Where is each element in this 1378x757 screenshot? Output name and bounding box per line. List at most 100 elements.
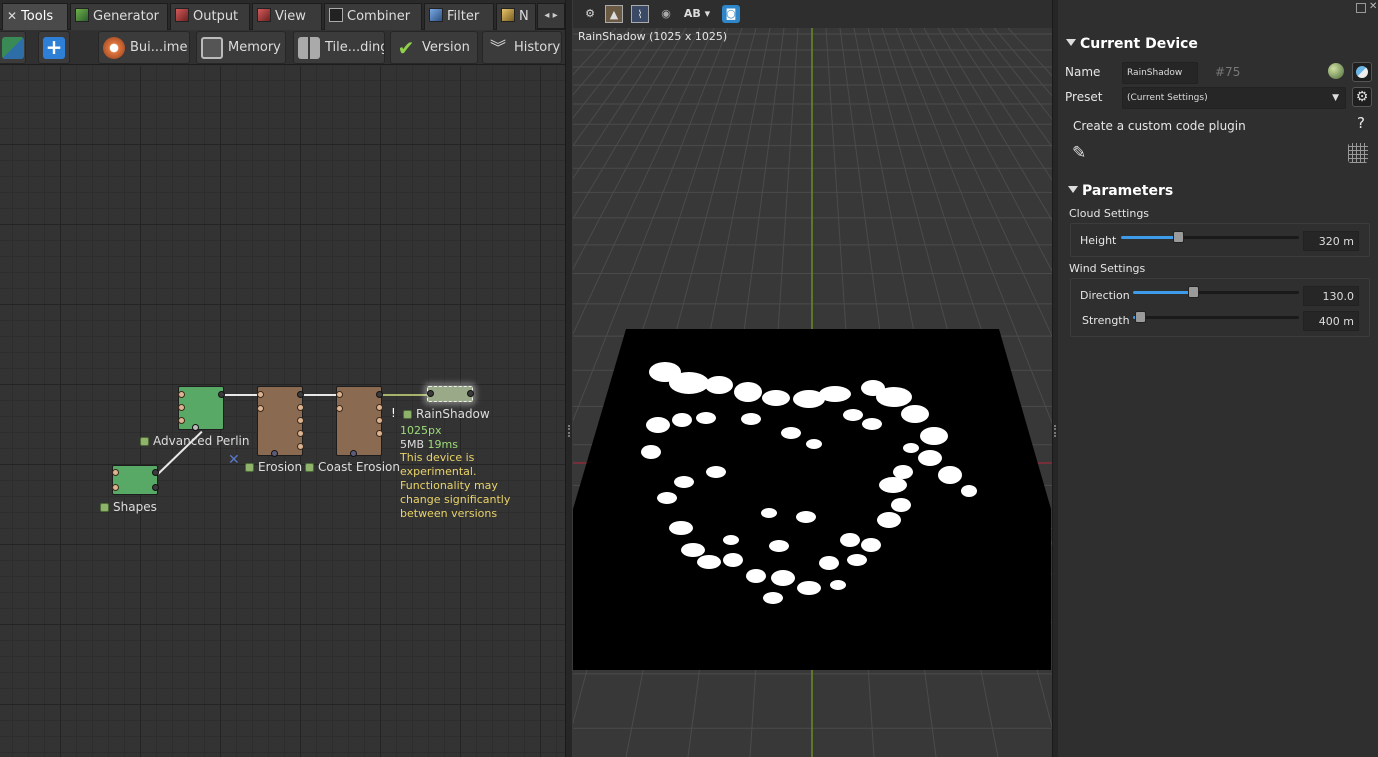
filter-icon [429,8,443,22]
build-time-button[interactable]: Bui...ime [98,31,190,64]
node-memory: 5MB 19ms [400,438,458,451]
output-port[interactable] [297,391,304,398]
terrain-highlight [806,439,822,449]
tab-natural[interactable]: N [496,3,536,30]
input-port[interactable] [427,390,434,397]
edit-code-icon[interactable]: ✎ [1072,143,1092,163]
terrain-highlight [938,466,962,484]
output-port[interactable] [376,404,383,411]
height-value[interactable]: 320 m [1303,231,1359,251]
mask-port[interactable] [192,424,199,431]
input-port[interactable] [257,405,264,412]
tab-filter[interactable]: Filter [424,3,494,30]
terrain-highlight [891,498,911,512]
tab-combiner[interactable]: Combiner [324,3,422,30]
tab-view[interactable]: View [252,3,322,30]
tab-output[interactable]: Output [170,3,250,30]
node-advanced-perlin[interactable] [178,386,225,431]
input-port[interactable] [178,417,185,424]
slider-thumb[interactable] [1172,231,1184,243]
terrain-highlight [641,445,661,459]
memory-button[interactable]: Memory [196,31,286,64]
layout-button[interactable] [0,31,26,64]
terrain-highlight [762,390,790,406]
output-port[interactable] [376,391,383,398]
splitter-left[interactable] [565,0,573,757]
output-port[interactable] [297,404,304,411]
material-icon[interactable] [1352,62,1372,82]
input-port[interactable] [112,469,119,476]
terrain-view-icon[interactable]: ▲ [605,5,623,23]
3d-viewport[interactable]: ⚙ ▲ ⌇ ◉ AB ▾ ◙ RainShadow (1025 x 1025) [573,0,1052,757]
output-port[interactable] [297,430,304,437]
close-icon[interactable]: ✕ [228,452,240,468]
grid-settings-icon[interactable] [1348,143,1368,163]
terrain-highlight [840,533,860,547]
terrain-highlight [741,413,761,425]
node-graph-canvas[interactable]: Advanced Perlin Shapes ✕ Erosion Coast E… [0,66,565,757]
close-panel-icon[interactable]: ✕ [1369,1,1377,12]
terrain-highlight [781,427,801,439]
screenshot-icon[interactable]: ◙ [722,5,740,23]
grip-icon [1054,425,1056,437]
input-port[interactable] [336,405,343,412]
output-port[interactable] [376,430,383,437]
viewport-canvas[interactable] [573,0,1052,757]
terrain-highlight [771,570,795,586]
add-device-button[interactable]: + [38,31,70,64]
chevron-left-icon[interactable]: ◂ [544,10,549,21]
direction-value[interactable]: 130.0 [1303,286,1359,306]
output-port[interactable] [152,469,159,476]
node-shapes[interactable] [112,465,159,495]
status-led [140,437,149,446]
mask-port[interactable] [271,450,278,457]
output-port[interactable] [297,443,304,450]
direction-slider[interactable] [1133,286,1299,298]
pin-icon[interactable] [1356,3,1366,13]
output-port[interactable] [152,484,159,491]
version-button[interactable]: ✔ Version [390,31,478,64]
ab-compare-button[interactable]: AB ▾ [683,5,711,23]
output-port[interactable] [467,390,474,397]
camera-settings-icon[interactable]: ⚙ [581,5,599,23]
layout-icon [2,37,24,59]
parameters-header[interactable]: Parameters [1068,183,1173,199]
output-port[interactable] [376,417,383,424]
mask-port[interactable] [350,450,357,457]
node-rainshadow[interactable] [427,386,474,402]
height-slider[interactable] [1121,231,1299,243]
chart-view-icon[interactable]: ⌇ [631,5,649,23]
chevron-right-icon[interactable]: ▸ [553,10,558,21]
input-port[interactable] [178,391,185,398]
device-name-field[interactable]: RainShadow [1122,62,1198,84]
node-erosion[interactable] [257,386,304,457]
tiled-building-button[interactable]: Tile...ding [293,31,385,64]
slider-thumb[interactable] [1187,286,1199,298]
input-port[interactable] [178,404,185,411]
terrain-highlight [920,427,948,445]
slider-thumb[interactable] [1134,311,1146,323]
tab-scroll-arrows[interactable]: ◂ ▸ [537,3,565,29]
output-port[interactable] [297,417,304,424]
node-label-erosion: Erosion [245,460,302,474]
eye-icon[interactable]: ◉ [657,5,675,23]
graph-panel: ✕ Tools Generator Output View Combiner Fi… [0,0,565,757]
strength-value[interactable]: 400 m [1303,311,1359,331]
terrain-highlight [918,450,942,466]
strength-slider[interactable] [1133,311,1299,323]
input-port[interactable] [257,391,264,398]
input-port[interactable] [336,391,343,398]
node-coast-erosion[interactable] [336,386,383,457]
history-button[interactable]: ︾ History [482,31,562,64]
tab-tools[interactable]: ✕ Tools [2,3,68,30]
gear-icon[interactable]: ⚙ [1352,87,1372,107]
current-device-header[interactable]: Current Device [1066,36,1198,52]
wrench-icon: ✕ [7,9,18,23]
terrain-highlight [961,485,977,497]
output-port[interactable] [218,391,225,398]
globe-icon[interactable] [1328,63,1344,79]
tab-generator[interactable]: Generator [70,3,168,30]
help-icon[interactable]: ? [1357,114,1365,132]
preset-dropdown[interactable]: (Current Settings) ▼ [1122,87,1346,109]
input-port[interactable] [112,484,119,491]
